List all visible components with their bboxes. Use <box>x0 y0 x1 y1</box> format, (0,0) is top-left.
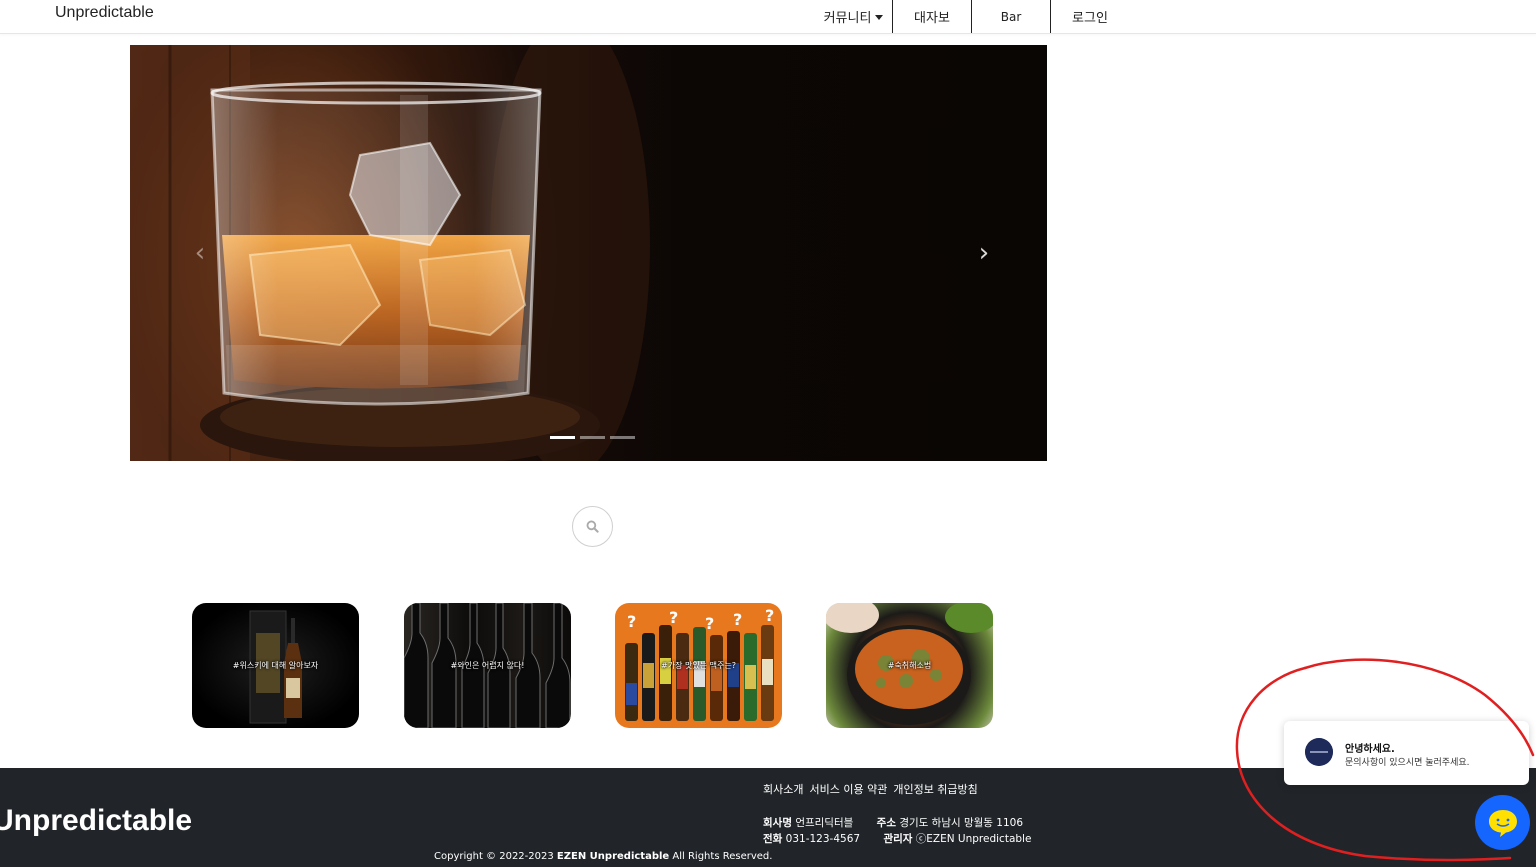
admin-value: ⓒEZEN Unpredictable <box>915 833 1032 845</box>
address-label: 주소 <box>876 817 896 829</box>
svg-text:?: ? <box>627 612 636 631</box>
carousel-prev-button[interactable]: ‹ <box>188 238 212 268</box>
footer-link-terms[interactable]: 서비스 이용 약관 <box>809 781 887 797</box>
footer-link-about[interactable]: 회사소개 <box>763 781 803 797</box>
nav-daejabo[interactable]: 대자보 <box>893 0 971 33</box>
nav-login[interactable]: 로그인 <box>1051 0 1129 33</box>
footer-company-info: 회사명 언프리딕터블 주소 경기도 하남시 망월동 1106 <box>763 815 1023 830</box>
company-logo-icon <box>1305 738 1333 766</box>
footer-link-privacy[interactable]: 개인정보 취급방침 <box>893 781 977 797</box>
search-button[interactable] <box>572 506 613 547</box>
brand-logo[interactable]: Unpredictable <box>55 4 154 22</box>
footer-brand: Unpredictable <box>0 804 193 837</box>
chat-message: 문의사항이 있으시면 눌러주세요. <box>1345 758 1470 768</box>
footer-contact-info: 전화 031-123-4567 관리자 ⓒEZEN Unpredictable <box>763 831 1031 846</box>
caret-down-icon <box>875 14 884 20</box>
admin-label: 관리자 <box>883 833 913 845</box>
carousel-next-button[interactable]: › <box>972 238 996 268</box>
carousel-indicator-3[interactable] <box>610 436 635 439</box>
hero-carousel: ‹ › <box>130 45 1047 461</box>
copyright-brand: EZEN Unpredictable <box>556 851 670 862</box>
nav-bar[interactable]: Bar <box>972 0 1050 33</box>
carousel-indicator-1[interactable] <box>550 436 575 439</box>
card-label: #가장 맛있는 맥주는? <box>661 661 736 670</box>
nav-community-label: 커뮤니티 <box>823 11 872 26</box>
chevron-right-icon: › <box>978 238 990 268</box>
top-navbar: Unpredictable 커뮤니티 대자보 Bar 로그인 <box>0 0 1536 34</box>
card-whiskey[interactable]: #위스키에 대해 알아보자 <box>192 603 359 728</box>
nav-community-dropdown[interactable]: 커뮤니티 <box>815 0 892 33</box>
chat-greeting-popup[interactable]: 안녕하세요. 문의사항이 있으시면 눌러주세요. <box>1284 721 1529 785</box>
card-label: #숙취해소법 <box>887 661 932 670</box>
copyright: Copyright © 2022-2023 EZEN Unpredictable… <box>434 851 772 862</box>
svg-text:?: ? <box>765 606 774 625</box>
svg-text:?: ? <box>705 614 714 633</box>
chat-open-button[interactable] <box>1475 795 1530 850</box>
company-label: 회사명 <box>763 817 792 829</box>
chevron-left-icon: ‹ <box>194 238 206 268</box>
copyright-prefix: Copyright © 2022-2023 <box>434 851 554 862</box>
copyright-suffix: All Rights Reserved. <box>672 851 773 862</box>
card-label: #위스키에 대해 알아보자 <box>232 661 319 670</box>
svg-text:?: ? <box>733 610 742 629</box>
card-wine[interactable]: #와인은 어렵지 않다! <box>404 603 571 728</box>
footer-links: 회사소개 서비스 이용 약관 개인정보 취급방침 <box>763 781 978 797</box>
svg-text:?: ? <box>669 608 678 627</box>
chat-title: 안녕하세요. <box>1345 744 1395 755</box>
phone-value: 031-123-4567 <box>785 833 861 845</box>
phone-label: 전화 <box>763 833 783 845</box>
chat-avatar <box>1305 738 1333 766</box>
carousel-indicator-2[interactable] <box>580 436 605 439</box>
chat-bubble-icon <box>1488 809 1517 837</box>
card-hangover[interactable]: #숙취해소법 <box>826 603 993 728</box>
card-label: #와인은 어렵지 않다! <box>450 661 525 670</box>
address-value: 경기도 하남시 망월동 1106 <box>899 817 1024 829</box>
carousel-indicators <box>550 436 635 439</box>
card-beer[interactable]: ??? ?? #가장 맛있는 맥주는? <box>615 603 782 728</box>
company-value: 언프리딕터블 <box>795 817 854 829</box>
search-icon <box>586 520 599 533</box>
